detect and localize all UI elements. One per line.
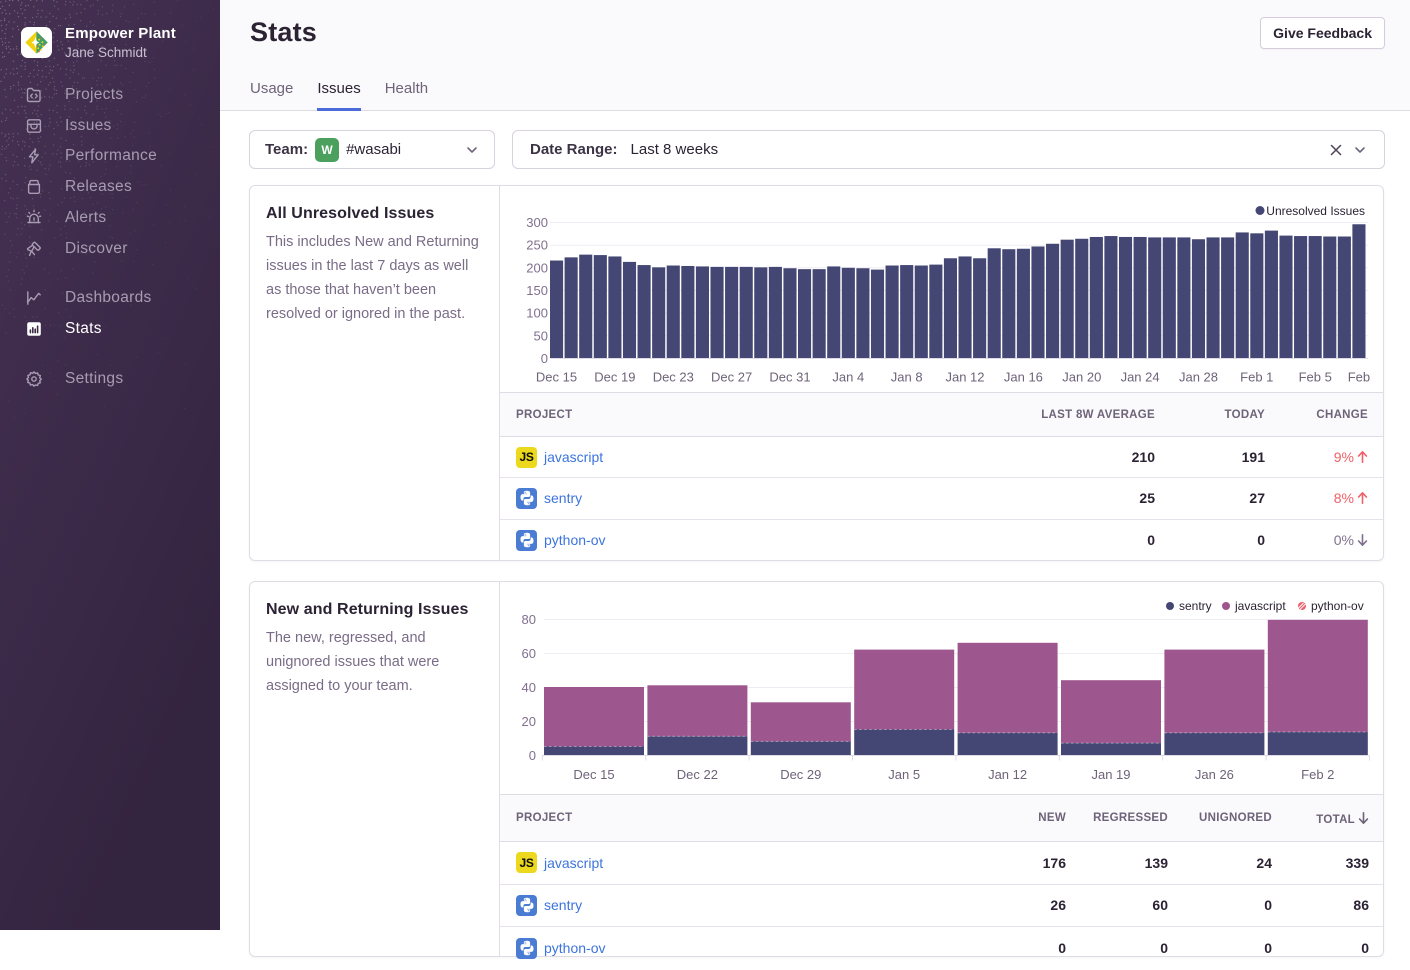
svg-text:Jan 12: Jan 12 bbox=[988, 767, 1027, 782]
svg-text:Jan 28: Jan 28 bbox=[1179, 370, 1218, 385]
svg-text:100: 100 bbox=[526, 306, 548, 321]
svg-text:Dec 19: Dec 19 bbox=[594, 370, 635, 385]
svg-text:150: 150 bbox=[526, 283, 548, 298]
svg-text:Jan 20: Jan 20 bbox=[1062, 370, 1101, 385]
svg-text:Jan 26: Jan 26 bbox=[1195, 767, 1234, 782]
svg-text:20: 20 bbox=[522, 714, 536, 729]
svg-text:50: 50 bbox=[534, 328, 548, 343]
svg-text:Feb 5: Feb 5 bbox=[1299, 370, 1332, 385]
svg-text:Unresolved Issues: Unresolved Issues bbox=[1266, 204, 1365, 218]
svg-text:Jan 5: Jan 5 bbox=[888, 767, 920, 782]
svg-text:200: 200 bbox=[526, 260, 548, 275]
svg-text:Jan 16: Jan 16 bbox=[1004, 370, 1043, 385]
svg-text:Feb 2: Feb 2 bbox=[1301, 767, 1334, 782]
svg-text:250: 250 bbox=[526, 238, 548, 253]
svg-text:Jan 19: Jan 19 bbox=[1091, 767, 1130, 782]
svg-text:Dec 22: Dec 22 bbox=[677, 767, 718, 782]
svg-text:80: 80 bbox=[522, 612, 536, 627]
svg-text:sentry: sentry bbox=[1179, 599, 1212, 613]
svg-text:Dec 29: Dec 29 bbox=[780, 767, 821, 782]
svg-text:Dec 15: Dec 15 bbox=[536, 370, 577, 385]
svg-text:Feb 1: Feb 1 bbox=[1240, 370, 1273, 385]
svg-text:Feb: Feb bbox=[1348, 370, 1370, 385]
svg-text:Dec 27: Dec 27 bbox=[711, 370, 752, 385]
svg-text:Jan 12: Jan 12 bbox=[945, 370, 984, 385]
svg-text:0: 0 bbox=[529, 748, 536, 763]
svg-text:0: 0 bbox=[541, 351, 548, 366]
svg-text:Dec 23: Dec 23 bbox=[653, 370, 694, 385]
svg-text:40: 40 bbox=[522, 680, 536, 695]
svg-text:Dec 31: Dec 31 bbox=[769, 370, 810, 385]
svg-text:javascript: javascript bbox=[1234, 599, 1286, 613]
svg-text:Jan 8: Jan 8 bbox=[891, 370, 923, 385]
svg-text:Jan 4: Jan 4 bbox=[832, 370, 864, 385]
svg-text:Dec 15: Dec 15 bbox=[573, 767, 614, 782]
svg-text:python-ov: python-ov bbox=[1311, 599, 1364, 613]
svg-text:60: 60 bbox=[522, 646, 536, 661]
svg-text:Jan 24: Jan 24 bbox=[1121, 370, 1160, 385]
svg-text:300: 300 bbox=[526, 215, 548, 230]
